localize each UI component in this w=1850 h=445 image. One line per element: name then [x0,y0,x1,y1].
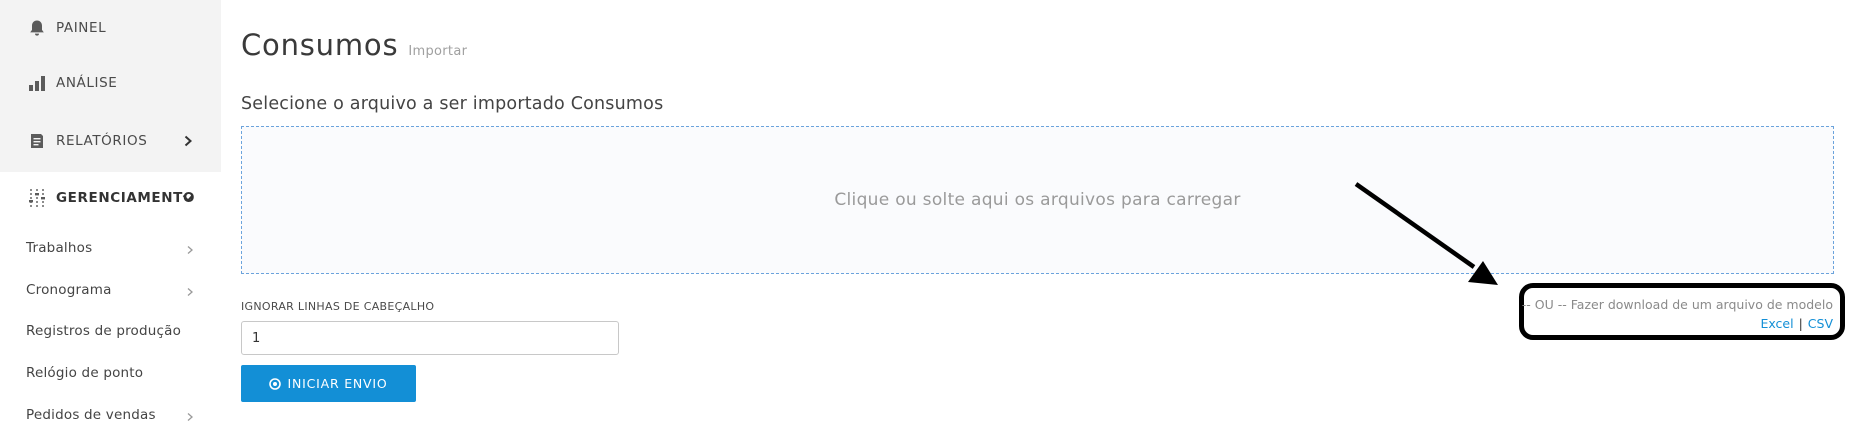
document-icon [26,130,48,152]
sidebar-item-painel[interactable]: PAINEL [0,0,221,55]
chevron-right-icon [185,285,195,296]
section-heading: Selecione o arquivo a ser importado Cons… [241,94,664,114]
page-title: Consumos [241,28,399,62]
sidebar-item-label: Relógio de ponto [26,365,144,381]
header-lines-label: IGNORAR LINHAS DE CABEÇALHO [241,300,435,313]
sidebar-item-cronograma[interactable]: Cronograma [0,275,221,305]
bar-chart-icon [26,72,48,94]
main-content: Consumos Importar Selecione o arquivo a … [221,0,1850,445]
sidebar-item-registros-producao[interactable]: Registros de produção [0,316,221,346]
dropzone-text: Clique ou solte aqui os arquivos para ca… [834,190,1241,210]
header-lines-input[interactable] [241,321,619,355]
sidebar-item-label: Pedidos de vendas [26,407,156,423]
start-upload-label: INICIAR ENVIO [287,376,388,391]
chevron-down-icon [181,191,195,205]
sidebar-item-analise[interactable]: ANÁLISE [0,55,221,110]
sidebar-item-label: Trabalhos [26,240,93,256]
template-download-text: -- OU -- Fazer download de um arquivo de… [1521,297,1833,312]
file-dropzone[interactable]: Clique ou solte aqui os arquivos para ca… [241,126,1834,274]
sidebar-item-label: GERENCIAMENTO [56,189,196,206]
upload-circle-icon [269,377,282,390]
sidebar-item-pedidos-vendas[interactable]: Pedidos de vendas [0,400,221,430]
sliders-icon [26,187,48,209]
sidebar-item-trabalhos[interactable]: Trabalhos [0,233,221,263]
sidebar-item-label: Registros de produção [26,323,182,339]
sidebar-item-gerenciamento[interactable]: GERENCIAMENTO [0,170,221,225]
chevron-right-icon [185,243,195,254]
sidebar: PAINEL ANÁLISE RELATÓRIOS GERENCIAMENTO … [0,0,221,445]
sidebar-item-label: PAINEL [56,19,107,36]
page-subtitle: Importar [408,44,468,59]
start-upload-button[interactable]: INICIAR ENVIO [241,365,416,402]
sidebar-item-label: ANÁLISE [56,74,118,91]
sidebar-item-relatorios[interactable]: RELATÓRIOS [0,113,221,168]
excel-template-link[interactable]: Excel [1760,316,1793,331]
sidebar-item-label: RELATÓRIOS [56,132,148,149]
chevron-right-icon [181,134,195,148]
bell-icon [26,17,48,39]
sidebar-item-relogio-ponto[interactable]: Relógio de ponto [0,358,221,388]
link-separator: | [1798,316,1803,331]
sidebar-item-label: Cronograma [26,282,112,298]
csv-template-link[interactable]: CSV [1808,316,1833,331]
page-header: Consumos Importar [241,28,467,62]
chevron-right-icon [185,410,195,421]
template-download-links: Excel | CSV [1760,316,1833,331]
